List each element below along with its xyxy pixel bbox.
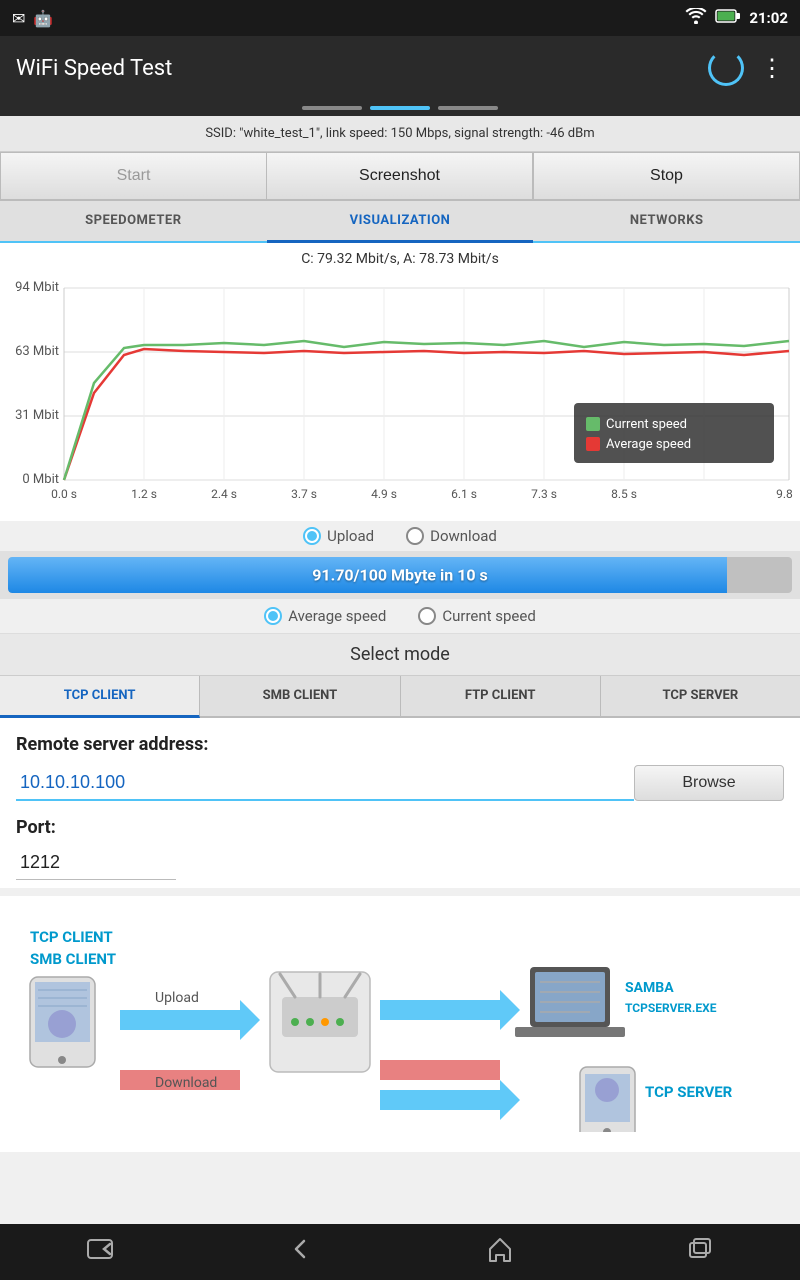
tab-tcp-server[interactable]: TCP SERVER (601, 676, 800, 716)
battery-icon (715, 8, 741, 28)
status-bar: ✉ 🤖 21:02 (0, 0, 800, 36)
message-icon: ✉ (12, 9, 25, 28)
svg-text:Download: Download (155, 1075, 217, 1091)
speed-radio-row: Average speed Current speed (0, 599, 800, 634)
bottom-nav (0, 1224, 800, 1280)
server-section: Remote server address: Browse Port: (0, 718, 800, 888)
tab-smb-client[interactable]: SMB CLIENT (200, 676, 400, 716)
svg-text:4.9 s: 4.9 s (371, 487, 397, 501)
svg-text:8.5 s: 8.5 s (611, 487, 637, 501)
remote-server-label: Remote server address: (16, 734, 784, 755)
browse-button[interactable]: Browse (634, 765, 784, 801)
screenshot-button[interactable]: Screenshot (266, 152, 533, 200)
chart-svg-wrap: 94 Mbit 63 Mbit 31 Mbit 0 Mbit (4, 273, 796, 517)
wifi-icon (685, 8, 707, 28)
svg-text:TCP SERVER: TCP SERVER (645, 1083, 733, 1101)
scroll-indicator-3 (438, 106, 498, 110)
svg-text:0 Mbit: 0 Mbit (22, 472, 59, 487)
svg-text:0.0 s: 0.0 s (51, 487, 77, 501)
port-label: Port: (16, 817, 784, 838)
average-speed-radio[interactable] (264, 607, 282, 625)
scroll-indicator-2 (370, 106, 430, 110)
svg-text:SAMBA: SAMBA (625, 980, 674, 996)
diagram-section: TCP CLIENT SMB CLIENT Upload (0, 896, 800, 1152)
stop-button[interactable]: Stop (533, 152, 800, 200)
status-left: ✉ 🤖 (12, 9, 53, 28)
svg-text:94 Mbit: 94 Mbit (15, 280, 59, 295)
tab-tcp-client[interactable]: TCP CLIENT (0, 676, 200, 718)
upload-download-row: Upload Download (0, 521, 800, 551)
tab-visualization[interactable]: VISUALIZATION (267, 201, 534, 243)
svg-text:7.3 s: 7.3 s (531, 487, 557, 501)
speed-chart: 94 Mbit 63 Mbit 31 Mbit 0 Mbit (4, 273, 794, 513)
time-display: 21:02 (749, 9, 788, 27)
download-label: Download (430, 527, 497, 545)
chart-title: C: 79.32 Mbit/s, A: 78.73 Mbit/s (4, 251, 796, 267)
start-button[interactable]: Start (0, 152, 266, 200)
progress-text: 91.70/100 Mbyte in 10 s (312, 566, 488, 585)
nav-back-icon[interactable] (286, 1235, 314, 1270)
svg-text:63 Mbit: 63 Mbit (15, 344, 59, 359)
svg-text:TCPSERVER.EXE: TCPSERVER.EXE (625, 1001, 717, 1015)
action-buttons: Start Screenshot Stop (0, 152, 800, 201)
port-input[interactable] (16, 846, 176, 880)
average-speed-radio-item[interactable]: Average speed (264, 607, 386, 625)
current-speed-label: Current speed (442, 607, 535, 625)
progress-section: 91.70/100 Mbyte in 10 s (0, 551, 800, 599)
svg-text:2.4 s: 2.4 s (211, 487, 237, 501)
svg-text:Average speed: Average speed (606, 437, 691, 452)
nav-recents-icon[interactable] (686, 1235, 714, 1270)
network-diagram: TCP CLIENT SMB CLIENT Upload (16, 912, 784, 1132)
android-icon: 🤖 (33, 9, 53, 28)
svg-text:9.8 s: 9.8 s (776, 487, 794, 501)
tab-scroll (0, 100, 800, 116)
progress-bar: 91.70/100 Mbyte in 10 s (8, 557, 792, 593)
loading-icon (708, 50, 744, 86)
main-content: SSID: "white_test_1", link speed: 150 Mb… (0, 116, 800, 1224)
nav-menu-icon[interactable] (86, 1238, 114, 1266)
info-bar: SSID: "white_test_1", link speed: 150 Mb… (0, 116, 800, 152)
upload-radio-item[interactable]: Upload (303, 527, 374, 545)
mode-tabs: TCP CLIENT SMB CLIENT FTP CLIENT TCP SER… (0, 676, 800, 718)
svg-text:TCP CLIENT: TCP CLIENT (30, 928, 113, 946)
current-speed-radio-item[interactable]: Current speed (418, 607, 535, 625)
tab-ftp-client[interactable]: FTP CLIENT (401, 676, 601, 716)
ssid-info: SSID: "white_test_1", link speed: 150 Mb… (205, 126, 594, 141)
tab-networks[interactable]: NETWORKS (533, 201, 800, 241)
server-input-row: Browse (16, 765, 784, 801)
svg-text:1.2 s: 1.2 s (131, 487, 157, 501)
app-title: WiFi Speed Test (16, 56, 172, 81)
svg-text:Upload: Upload (155, 990, 199, 1006)
average-speed-label: Average speed (288, 607, 386, 625)
svg-text:31 Mbit: 31 Mbit (15, 408, 59, 423)
svg-text:6.1 s: 6.1 s (451, 487, 477, 501)
download-radio[interactable] (406, 527, 424, 545)
scroll-indicator-1 (302, 106, 362, 110)
status-right: 21:02 (685, 8, 788, 28)
svg-text:SMB CLIENT: SMB CLIENT (30, 950, 116, 968)
upload-label: Upload (327, 527, 374, 545)
upload-radio[interactable] (303, 527, 321, 545)
app-bar-icons: ⋮ (708, 50, 784, 86)
chart-container: C: 79.32 Mbit/s, A: 78.73 Mbit/s 94 Mbit… (0, 243, 800, 521)
select-mode-header: Select mode (0, 634, 800, 676)
tab-speedometer[interactable]: SPEEDOMETER (0, 201, 267, 241)
select-mode-label: Select mode (350, 644, 450, 665)
svg-text:Current speed: Current speed (606, 417, 687, 432)
app-bar: WiFi Speed Test ⋮ (0, 36, 800, 100)
download-radio-item[interactable]: Download (406, 527, 497, 545)
overflow-menu-icon[interactable]: ⋮ (760, 54, 784, 82)
current-speed-radio[interactable] (418, 607, 436, 625)
server-address-input[interactable] (16, 765, 634, 801)
svg-text:3.7 s: 3.7 s (291, 487, 317, 501)
nav-home-icon[interactable] (486, 1235, 514, 1270)
section-tabs: SPEEDOMETER VISUALIZATION NETWORKS (0, 201, 800, 243)
